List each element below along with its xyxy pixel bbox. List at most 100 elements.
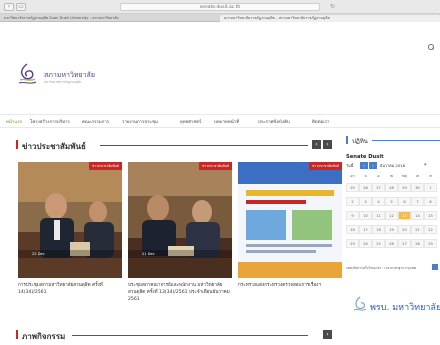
calendar-day[interactable]: 7 xyxy=(411,197,424,206)
calendar-timezone: แสดงกิจกรรมในโซนเวลา : เวลามาตรฐาน กรุงเ… xyxy=(346,266,416,270)
calendar-day[interactable]: 28 xyxy=(385,183,398,192)
news-card[interactable]: ข่าวประชาสัมพันธ์ xyxy=(238,162,342,282)
calendar-weekday-header: พฤ xyxy=(398,172,411,181)
news-caption[interactable]: กระทรวงแต่งกระทรวงตรวจสอบการเรื่องฯ xyxy=(238,282,344,289)
calendar-day[interactable]: 28 xyxy=(411,239,424,248)
main-nav: หน้าแรก โครงสร้างการบริหาร คณะกรรมการ รา… xyxy=(0,114,440,128)
calendar-day[interactable]: 11 xyxy=(372,211,385,220)
news-poster[interactable] xyxy=(238,162,342,278)
university-logo-icon[interactable] xyxy=(16,62,38,86)
activities-heading: ภาพกิจกรรม xyxy=(22,332,66,341)
calendar-day[interactable]: 29 xyxy=(424,239,437,248)
tab-2[interactable]: สภามหาวิทยาลัยราชภัฏสวนดุสิต – สภามหาวิท… xyxy=(220,15,440,22)
news-meta: 21 Dec xyxy=(128,250,232,258)
nav-item-roles[interactable]: บทบาทหน้าที่ xyxy=(214,118,239,125)
calendar-weekday-header: พ xyxy=(385,172,398,181)
prev-month-button[interactable]: ‹ xyxy=(360,162,368,169)
calendar-day[interactable]: 9 xyxy=(346,211,359,220)
google-calendar-button[interactable] xyxy=(432,264,438,270)
calendar-heading-line xyxy=(372,140,440,141)
calendar-day[interactable]: 27 xyxy=(372,183,385,192)
calendar-day[interactable]: 18 xyxy=(372,225,385,234)
calendar-weekday-header: อ xyxy=(372,172,385,181)
calendar-day[interactable]: 30 xyxy=(411,183,424,192)
calendar-day[interactable]: 26 xyxy=(385,239,398,248)
calendar-day[interactable]: 29 xyxy=(398,183,411,192)
calendar-day[interactable]: 5 xyxy=(385,197,398,206)
calendar-day[interactable]: 27 xyxy=(398,239,411,248)
nav-item-regulations[interactable]: ประกาศข้อบังคับ xyxy=(258,118,290,125)
news-card[interactable]: ข่าวประชาสัมพันธ์ 22 Dec xyxy=(18,162,122,282)
sidebar-toggle-button[interactable]: ▭ xyxy=(16,3,26,11)
news-heading: ข่าวประชาสัมพันธ์ xyxy=(22,142,86,151)
nav-item-strategy[interactable]: ยุทธศาสตร์ xyxy=(180,118,201,125)
tab-bar: มหาวิทยาลัยราชภัฏสวนดุสิต Suan Dusit Uni… xyxy=(0,14,440,22)
news-meta: 22 Dec xyxy=(18,250,122,258)
activities-next-button[interactable]: › xyxy=(323,330,332,339)
calendar-heading-bar xyxy=(346,136,348,144)
site-header xyxy=(0,22,440,114)
reload-icon[interactable]: ↻ xyxy=(330,3,335,10)
calendar-day[interactable]: 25 xyxy=(372,239,385,248)
calendar-weekday-header: ส xyxy=(424,172,437,181)
calendar-day[interactable]: 6 xyxy=(398,197,411,206)
calendar-day[interactable]: 21 xyxy=(411,225,424,234)
news-next-button[interactable]: › xyxy=(323,140,332,149)
calendar-day[interactable]: 20 xyxy=(398,225,411,234)
news-card[interactable]: ข่าวประชาสัมพันธ์ 21 Dec xyxy=(128,162,232,282)
next-month-button[interactable]: › xyxy=(369,162,377,169)
today-button[interactable]: วันนี้ xyxy=(346,163,353,169)
calendar-day[interactable]: 17 xyxy=(359,225,372,234)
calendar-day[interactable]: 24 xyxy=(359,239,372,248)
calendar-day[interactable]: 19 xyxy=(385,225,398,234)
calendar-day[interactable]: 14 xyxy=(411,211,424,220)
calendar-day[interactable]: 10 xyxy=(359,211,372,220)
university-logo-icon xyxy=(353,296,367,311)
nav-item-committee[interactable]: คณะกรรมการ xyxy=(82,118,109,125)
news-caption[interactable]: ประชุมสภาคณาจารย์และพนักงาน มหาวิทยาลัยส… xyxy=(128,282,234,303)
calendar-weekday-header: อา xyxy=(346,172,359,181)
news-heading-bar xyxy=(16,140,18,149)
calendar-day[interactable]: 3 xyxy=(359,197,372,206)
news-photo[interactable] xyxy=(128,162,232,278)
calendar-day[interactable]: 26 xyxy=(359,183,372,192)
calendar-day[interactable]: 12 xyxy=(385,211,398,220)
category-badge[interactable]: ข่าวประชาสัมพันธ์ xyxy=(198,162,232,170)
search-icon[interactable] xyxy=(428,44,434,50)
tab-1[interactable]: มหาวิทยาลัยราชภัฏสวนดุสิต Suan Dusit Uni… xyxy=(0,15,218,22)
act-banner[interactable]: พรบ. มหาวิทยาลัย xyxy=(370,300,440,314)
calendar-day[interactable]: 22 xyxy=(424,225,437,234)
calendar-weekday-header: จ xyxy=(359,172,372,181)
nav-item-meeting-reports[interactable]: รายงานการประชุม xyxy=(122,118,158,125)
nav-item-home[interactable]: หน้าแรก xyxy=(6,118,22,125)
calendar-day[interactable]: 4 xyxy=(372,197,385,206)
site-subtitle: มหาวิทยาลัยราชภัฏสวนดุสิต xyxy=(44,80,81,84)
calendar-day[interactable]: 25 xyxy=(346,183,359,192)
news-photo[interactable] xyxy=(18,162,122,278)
browser-toolbar: ‹ ▭ senate.dusit.ac.th ↻ xyxy=(0,0,440,14)
news-prev-button[interactable]: ‹ xyxy=(312,140,321,149)
calendar-heading: ปฏิทิน xyxy=(352,138,368,145)
calendar-day[interactable]: 8 xyxy=(424,197,437,206)
news-heading-line xyxy=(100,145,308,146)
category-badge[interactable]: ข่าวประชาสัมพันธ์ xyxy=(308,162,342,170)
calendar-day[interactable]: 15 xyxy=(424,211,437,220)
calendar-weekday-header: ศ xyxy=(411,172,424,181)
nav-item-structure[interactable]: โครงสร้างการบริหาร xyxy=(30,118,70,125)
calendar-day[interactable]: 13 xyxy=(398,211,411,220)
calendar-day[interactable]: 1 xyxy=(424,183,437,192)
calendar-month[interactable]: ธันวาคม 2018 xyxy=(380,163,405,169)
nav-item-contact[interactable]: ติดต่อเรา xyxy=(312,118,330,125)
calendar-day[interactable]: 23 xyxy=(346,239,359,248)
activities-heading-bar xyxy=(16,330,18,339)
category-badge[interactable]: ข่าวประชาสัมพันธ์ xyxy=(88,162,122,170)
back-button[interactable]: ‹ xyxy=(4,3,14,11)
news-caption[interactable]: การประชุมสภามหาวิทยาลัยสวนดุสิต ครั้งที่… xyxy=(18,282,124,296)
calendar-day[interactable]: 2 xyxy=(346,197,359,206)
calendar-toolbar: วันนี้ ‹ › ธันวาคม 2018 ▾ xyxy=(346,162,440,170)
activities-heading-line xyxy=(72,335,308,336)
chevron-down-icon[interactable]: ▾ xyxy=(424,162,427,168)
calendar-title: Senate Dusit xyxy=(346,154,384,160)
calendar-day[interactable]: 16 xyxy=(346,225,359,234)
url-bar[interactable]: senate.dusit.ac.th xyxy=(120,3,320,11)
